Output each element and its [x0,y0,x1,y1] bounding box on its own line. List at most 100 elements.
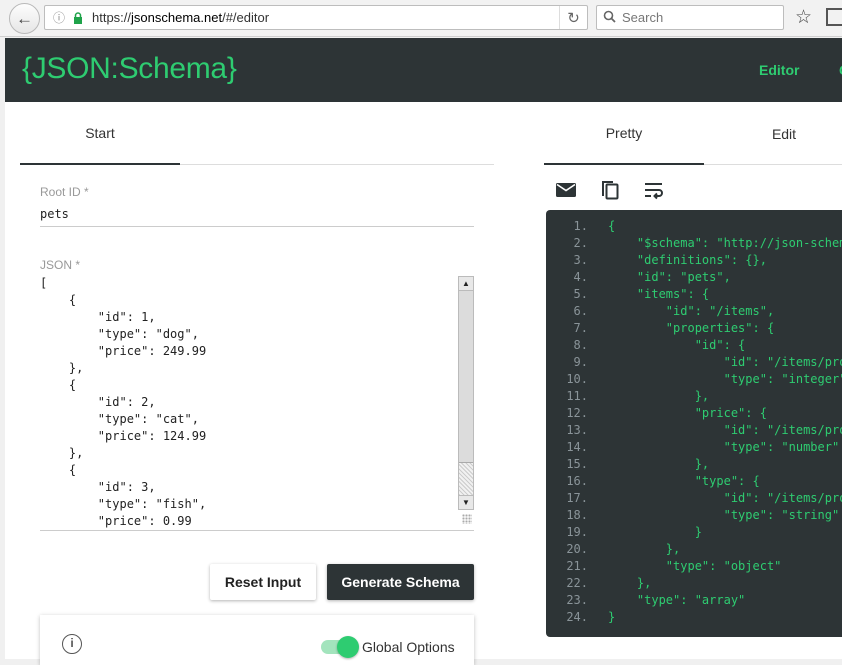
code-line: 15. }, [546,456,842,473]
code-text: "id": "pets", [608,270,731,284]
line-number: 22. [566,576,588,590]
generate-schema-button[interactable]: Generate Schema [327,564,474,600]
resize-handle-icon[interactable] [462,514,472,524]
global-options-card: i Global Options [40,615,474,665]
code-text: }, [608,576,652,590]
main-content: Start Root ID * pets JSON * [ { "id": 1,… [5,102,842,665]
line-number: 7. [573,321,588,335]
line-number: 2. [573,236,588,250]
app-header: {JSON:Schema} Editor C [5,38,842,102]
line-number: 9. [573,355,588,369]
browser-toolbar: ← ⓘ https://jsonschema.net/#/editor ↻ Se… [0,0,842,37]
address-bar[interactable]: ⓘ https://jsonschema.net/#/editor ↻ [44,5,588,30]
scroll-track[interactable] [459,463,473,495]
schema-output-panel[interactable]: 1.{2. "$schema": "http://json-schem 3. "d… [546,210,842,637]
code-text: { [608,219,616,233]
search-icon [603,10,616,26]
rootid-underline [40,226,474,227]
rootid-input[interactable]: pets [40,207,69,221]
line-number: 14. [566,440,588,454]
code-text: "type": "object" [608,559,782,573]
line-number: 15. [566,457,588,471]
code-line: 22. }, [546,575,842,592]
search-box[interactable]: Search [596,5,784,30]
code-text: "id": "/items/pro [608,423,842,437]
arrow-left-icon: ← [16,8,33,28]
json-input-text[interactable]: [ { "id": 1, "type": "dog", "price": 249… [40,275,458,530]
code-line: 6. "id": "/items", [546,303,842,320]
tab-pretty[interactable]: Pretty [544,102,704,165]
code-line: 21. "type": "object" [546,558,842,575]
tab-divider [180,164,494,165]
code-line: 17. "id": "/items/pro [546,490,842,507]
line-number: 13. [566,423,588,437]
scroll-down-arrow-icon[interactable]: ▼ [459,495,473,509]
json-label: JSON * [40,258,81,272]
global-options-label[interactable]: Global Options [362,639,455,655]
copy-icon[interactable] [598,178,622,202]
url-text[interactable]: https://jsonschema.net/#/editor [92,10,559,25]
code-text: "price": { [608,406,767,420]
lock-icon[interactable] [70,11,86,24]
code-text: "definitions": {}, [608,253,767,267]
mail-icon[interactable] [554,178,578,202]
scroll-thumb[interactable] [459,291,473,463]
search-placeholder: Search [622,10,664,25]
library-icon[interactable] [826,8,842,26]
code-line: 2. "$schema": "http://json-schem [546,235,842,252]
code-text: } [608,525,702,539]
code-text: } [608,610,616,624]
code-line: 23. "type": "array" [546,592,842,609]
scroll-up-arrow-icon[interactable]: ▲ [459,277,473,291]
line-number: 6. [573,304,588,318]
line-number: 5. [573,287,588,301]
code-text: "type": "integer" [608,372,842,386]
code-text: "properties": { [608,321,775,335]
code-line: 11. }, [546,388,842,405]
code-text: }, [608,457,710,471]
json-scrollbar[interactable]: ▲ ▼ [458,276,474,510]
app-logo[interactable]: {JSON:Schema} [22,52,237,86]
reset-input-button[interactable]: Reset Input [210,564,316,600]
code-text: "items": { [608,287,710,301]
line-number: 3. [573,253,588,267]
code-line: 19. } [546,524,842,541]
line-number: 1. [573,219,588,233]
line-number: 24. [566,610,588,624]
tab-edit[interactable]: Edit [704,102,842,165]
info-icon[interactable]: ⓘ [51,9,67,26]
code-line: 9. "id": "/items/pro [546,354,842,371]
rootid-label: Root ID * [40,185,89,199]
code-text: "type": { [608,474,760,488]
info-circle-icon[interactable]: i [62,634,82,654]
code-line: 5. "items": { [546,286,842,303]
line-number: 12. [566,406,588,420]
code-text: "$schema": "http://json-schem [608,236,842,250]
code-line: 1. { [546,218,842,235]
code-line: 20. }, [546,541,842,558]
json-underline [40,530,474,531]
code-line: 10. "type": "integer" [546,371,842,388]
line-number: 16. [566,474,588,488]
code-line: 8. "id": { [546,337,842,354]
global-options-toggle[interactable] [321,636,359,658]
back-button[interactable]: ← [9,3,40,34]
text-wrap-icon[interactable] [642,178,666,202]
schema-code: 1.{2. "$schema": "http://json-schem 3. "d… [546,218,842,626]
code-line: 13. "id": "/items/pro [546,422,842,439]
json-textarea[interactable]: [ { "id": 1, "type": "dog", "price": 249… [40,275,474,530]
code-text: "id": "/items/pro [608,491,842,505]
nav-editor[interactable]: Editor [759,62,799,78]
code-text: "id": { [608,338,746,352]
bookmark-star-icon[interactable]: ☆ [795,6,812,29]
code-line: 7. "properties": { [546,320,842,337]
line-number: 11. [566,389,588,403]
line-number: 21. [566,559,588,573]
code-line: 24.} [546,609,842,626]
code-line: 16. "type": { [546,473,842,490]
toggle-knob[interactable] [337,636,359,658]
tab-start[interactable]: Start [20,102,180,165]
line-number: 23. [566,593,588,607]
reload-icon[interactable]: ↻ [559,6,587,29]
code-text: }, [608,542,681,556]
